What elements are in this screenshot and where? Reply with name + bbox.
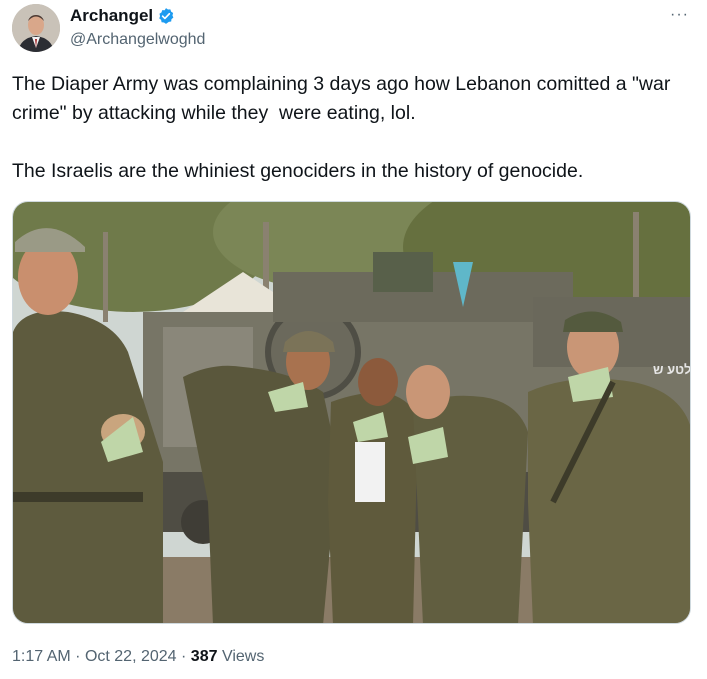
more-options-icon[interactable]: ···	[670, 6, 689, 24]
views-count: 387	[190, 648, 218, 665]
person-portrait-avatar-icon	[12, 4, 60, 52]
tweet-paragraph-2: The Israelis are the whiniest genociders…	[12, 160, 584, 182]
author-name-row: Archangel	[70, 6, 175, 26]
views-label: Views	[221, 648, 265, 665]
verified-badge-icon[interactable]	[157, 7, 175, 25]
author-handle[interactable]: @Archangelwoghd	[70, 31, 205, 49]
vehicle-marking: לטע ש	[653, 362, 691, 377]
tweet-date[interactable]: Oct 22, 2024	[85, 648, 177, 665]
display-name[interactable]: Archangel	[70, 6, 153, 26]
tweet-photo[interactable]: לטע ש	[12, 201, 691, 624]
meta-separator: ·	[75, 648, 81, 665]
tweet-paragraph-1: The Diaper Army was complaining 3 days a…	[12, 73, 676, 124]
avatar[interactable]	[12, 4, 60, 52]
meta-separator: ·	[181, 648, 187, 665]
tweet-meta: 1:17 AM · Oct 22, 2024 · 387 Views	[12, 648, 264, 666]
tweet-time[interactable]: 1:17 AM	[12, 648, 71, 665]
soldiers-eating-photo: לטע ש	[13, 202, 691, 623]
tweet-text: The Diaper Army was complaining 3 days a…	[12, 70, 692, 186]
